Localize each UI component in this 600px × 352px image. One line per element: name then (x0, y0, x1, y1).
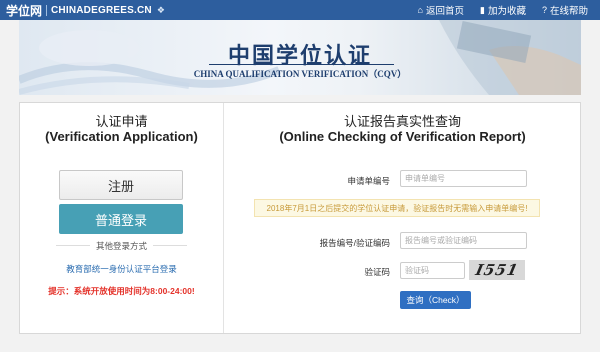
captcha-input[interactable] (400, 262, 465, 279)
report-number-label: 报告编号/验证编码 (319, 238, 390, 248)
other-login-rule-right (153, 245, 187, 246)
application-number-input[interactable] (400, 170, 527, 187)
top-links: ⌂ 返回首页 ▮ 加为收藏 ? 在线帮助 (402, 3, 588, 18)
application-number-label: 申请单编号 (347, 176, 390, 186)
help-link-label: 在线帮助 (549, 6, 588, 17)
bookmark-link-label: 加为收藏 (487, 6, 526, 17)
report-number-input[interactable] (400, 232, 527, 249)
banner-subtitle: CHINA QUALIFICATION VERIFICATION（CQV） (193, 69, 407, 79)
top-bar: 学位网 CHINADEGREES.CN ❖ ⌂ 返回首页 ▮ 加为收藏 ? 在线… (0, 0, 600, 20)
report-check-title-en: (Online Checking of Verification Report) (279, 129, 526, 144)
home-icon: ⌂ (417, 5, 423, 15)
report-check-title-cn: 认证报告真实性查询 (343, 114, 461, 129)
register-button[interactable]: 注册 (59, 170, 183, 200)
check-button[interactable]: 查询（Check） (400, 291, 471, 309)
logo-en-text: CHINADEGREES.CN (51, 4, 152, 16)
captcha-text: I551 (473, 261, 521, 279)
captcha-label: 验证码 (364, 267, 390, 277)
home-link-label: 返回首页 (425, 6, 464, 17)
application-title-cn: 认证申请 (95, 114, 148, 129)
home-link[interactable]: ⌂ 返回首页 (418, 3, 464, 17)
verification-application-panel: 认证申请 (Verification Application) 注册 普通登录 … (20, 103, 223, 333)
moe-unified-login-link[interactable]: 教育部统一身份认证平台登录 (20, 263, 223, 275)
application-title-en: (Verification Application) (45, 129, 198, 144)
logo-cn-text: 学位网 (6, 3, 43, 18)
banner-title: 中国学位认证 (227, 43, 372, 69)
help-link[interactable]: ? 在线帮助 (542, 3, 588, 17)
logo-separator (46, 4, 48, 16)
service-hours-hint: 提示：系统开放使用时间为8:00-24:00! (48, 286, 195, 296)
login-button[interactable]: 普通登录 (59, 204, 183, 234)
site-logo[interactable]: 学位网 CHINADEGREES.CN ❖ (6, 2, 165, 18)
banner-rule (209, 64, 394, 65)
notice-banner: 2018年7月1日之后提交的学位认证申请，验证报告时无需输入申请单编号! (254, 199, 540, 217)
main-card: 认证申请 (Verification Application) 注册 普通登录 … (19, 102, 581, 334)
question-icon: ? (541, 5, 547, 15)
other-login-label: 其他登录方式 (95, 241, 147, 251)
banner: 中国学位认证 CHINA QUALIFICATION VERIFICATION（… (19, 20, 581, 95)
bookmark-link[interactable]: ▮ 加为收藏 (480, 3, 526, 18)
captcha-image[interactable]: I551 (469, 260, 525, 280)
shell-icon: ❖ (156, 4, 165, 15)
bookmark-icon: ▮ (480, 4, 485, 15)
